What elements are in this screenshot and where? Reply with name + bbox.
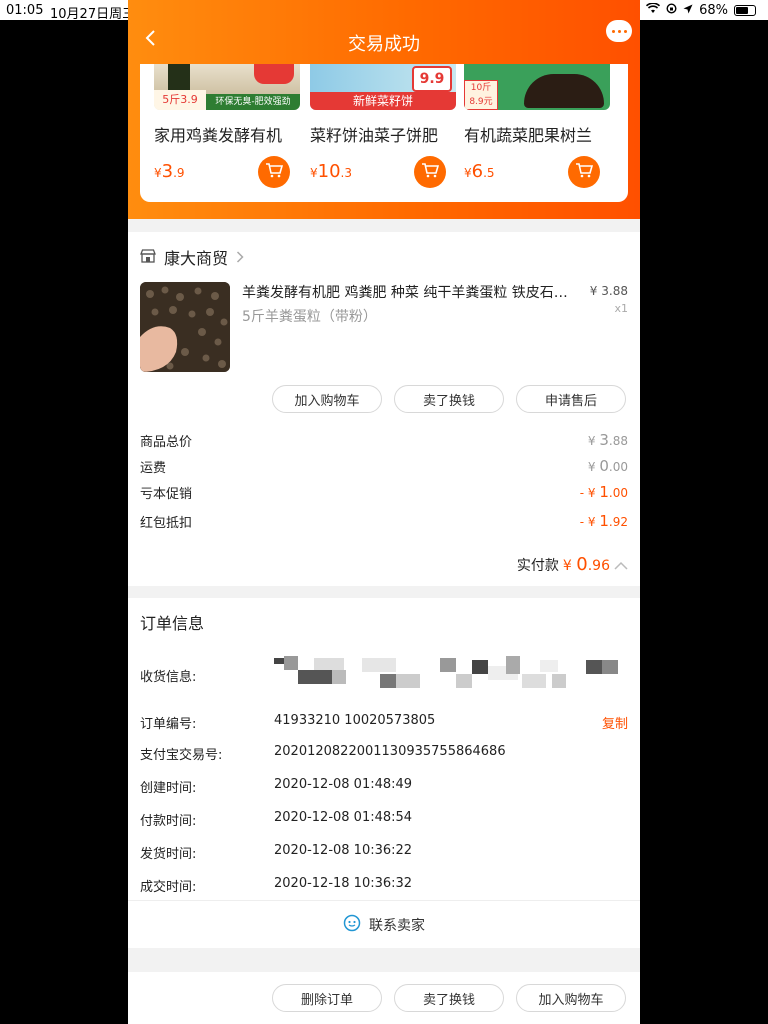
order-info-card: 订单信息 收货信息: 订单编号: 41933210 10020573805 复制…	[128, 598, 640, 948]
fee-value: ¥ 3.88	[587, 431, 628, 449]
after-sale-button[interactable]: 申请售后	[516, 385, 626, 413]
badge-text: 5斤3.9	[154, 90, 206, 110]
fee-value: ¥ 0.00	[587, 457, 628, 475]
banner-text: 环保无臭-肥效强劲	[206, 94, 300, 110]
recommend-name: 家用鸡粪发酵有机	[154, 126, 283, 145]
fee-label: 商品总价	[140, 435, 193, 450]
right-blank-area	[640, 20, 768, 1024]
fee-row-promotion: 亏本促销 - ¥ 1.00	[140, 483, 628, 502]
fee-label: 运费	[140, 461, 167, 476]
recommend-image: 9.9 新鲜菜籽饼	[310, 64, 456, 110]
product-quantity: x1	[614, 302, 628, 315]
status-right: 68%	[646, 2, 756, 18]
paid-time: 2020-12-08 01:48:54	[274, 810, 413, 825]
shipped-time: 2020-12-08 10:36:22	[274, 843, 413, 858]
chat-icon	[343, 914, 361, 936]
add-to-cart-button[interactable]: 加入购物车	[272, 385, 382, 413]
sell-button[interactable]: 卖了换钱	[394, 984, 504, 1012]
product-image[interactable]	[140, 282, 230, 372]
location-icon	[683, 3, 693, 18]
left-blank-area	[0, 20, 128, 1024]
info-label: 创建时间:	[140, 781, 197, 796]
info-label: 付款时间:	[140, 814, 197, 829]
banner-text: 新鲜菜籽饼	[310, 92, 456, 110]
fee-label: 亏本促销	[140, 487, 193, 502]
product-price: ¥ 3.88	[589, 284, 628, 298]
alipay-trade-number: 2020120822001130935755864686	[274, 744, 506, 759]
sell-button[interactable]: 卖了换钱	[394, 385, 504, 413]
chevron-right-icon	[236, 248, 244, 267]
fee-value: - ¥ 1.00	[579, 483, 628, 501]
shop-name: 康大商贸	[164, 249, 229, 268]
recommend-card: 5斤3.9 环保无臭-肥效强劲 家用鸡粪发酵有机 ¥3.9 9.9 新鲜菜籽饼 …	[140, 64, 628, 202]
copy-button[interactable]: 复制	[602, 713, 628, 732]
paid-label: 实付款	[516, 558, 559, 574]
recommend-image: 5斤3.9 环保无臭-肥效强劲	[154, 64, 300, 110]
info-label: 成交时间:	[140, 880, 197, 895]
recommend-item[interactable]: 9.9 新鲜菜籽饼 菜籽饼油菜子饼肥 ¥10.3	[310, 64, 456, 202]
info-label: 订单编号:	[140, 717, 197, 732]
fee-label: 红包抵扣	[140, 516, 193, 531]
contact-seller-label: 联系卖家	[369, 917, 425, 934]
recommend-image: 10斤 8.9元	[464, 64, 610, 110]
store-icon	[140, 248, 156, 267]
fee-row-shipping: 运费 ¥ 0.00	[140, 457, 628, 476]
recommend-item[interactable]: 10斤 8.9元 有机蔬菜肥果树兰 ¥6.5	[464, 64, 610, 202]
fee-value: - ¥ 1.92	[579, 512, 628, 530]
order-info-title: 订单信息	[140, 614, 205, 633]
contact-seller-button[interactable]: 联系卖家	[128, 900, 640, 948]
bottom-action-bar: 删除订单 卖了换钱 加入购物车	[128, 972, 640, 1024]
shop-card: 康大商贸 羊粪发酵有机肥 鸡粪肥 种菜 纯干羊粪蛋粒 铁皮石… 5斤羊粪蛋粒（带…	[128, 232, 640, 586]
badge-text: 9.9	[412, 66, 452, 92]
fee-row-total: 商品总价 ¥ 3.88	[140, 431, 628, 450]
battery-icon	[734, 5, 756, 16]
order-detail-page: 交易成功 5斤3.9 环保无臭-肥效强劲 家用鸡粪发酵有机 ¥3.9 9.9 新…	[128, 0, 640, 1024]
add-to-cart-button[interactable]: 加入购物车	[516, 984, 626, 1012]
more-icon[interactable]	[606, 20, 632, 42]
recommend-price: ¥6.5	[464, 161, 495, 182]
created-time: 2020-12-08 01:48:49	[274, 777, 413, 792]
cart-icon	[265, 162, 284, 182]
order-number: 41933210 10020573805	[274, 713, 436, 728]
status-time: 01:05	[6, 3, 44, 18]
badge-text: 10斤 8.9元	[464, 80, 498, 110]
wifi-icon	[646, 2, 661, 18]
delete-order-button[interactable]: 删除订单	[272, 984, 382, 1012]
cart-icon	[575, 162, 594, 182]
recommend-name: 有机蔬菜肥果树兰	[464, 126, 593, 145]
page-title: 交易成功	[348, 34, 420, 55]
completed-time: 2020-12-18 10:36:32	[274, 876, 413, 891]
paid-value: ¥ 0.96	[562, 554, 610, 575]
address-redacted	[274, 656, 624, 696]
info-label: 发货时间:	[140, 847, 197, 862]
recommend-item[interactable]: 5斤3.9 环保无臭-肥效强劲 家用鸡粪发酵有机 ¥3.9	[154, 64, 300, 202]
product-title[interactable]: 羊粪发酵有机肥 鸡粪肥 种菜 纯干羊粪蛋粒 铁皮石…	[242, 282, 578, 302]
recommend-name: 菜籽饼油菜子饼肥	[310, 126, 439, 145]
cart-icon	[421, 162, 440, 182]
fee-row-redpacket: 红包抵扣 - ¥ 1.92	[140, 512, 628, 531]
paid-amount[interactable]: 实付款 ¥ 0.96	[517, 554, 628, 575]
header: 交易成功 5斤3.9 环保无臭-肥效强劲 家用鸡粪发酵有机 ¥3.9 9.9 新…	[128, 0, 640, 219]
product-sku: 5斤羊粪蛋粒（带粉）	[242, 309, 377, 325]
info-label: 支付宝交易号:	[140, 748, 223, 763]
address-label: 收货信息:	[140, 670, 197, 685]
add-to-cart-button[interactable]	[414, 156, 446, 188]
recommend-price: ¥3.9	[154, 161, 185, 182]
battery-percent: 68%	[699, 3, 728, 18]
add-to-cart-button[interactable]	[258, 156, 290, 188]
shop-header[interactable]: 康大商贸	[140, 245, 244, 269]
recommend-price: ¥10.3	[310, 161, 352, 182]
add-to-cart-button[interactable]	[568, 156, 600, 188]
lock-rotation-icon	[666, 3, 677, 18]
chevron-up-icon	[614, 558, 628, 574]
